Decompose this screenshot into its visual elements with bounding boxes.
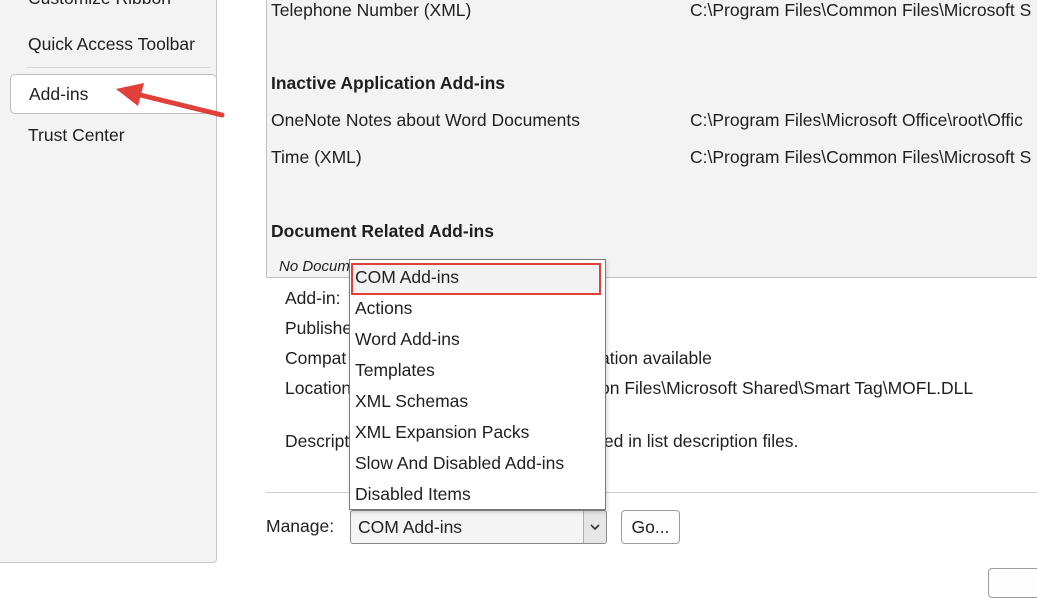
detail-addin-label: Add-in: (285, 288, 341, 308)
document-addins-empty-text: No Docum (279, 258, 350, 275)
chevron-down-icon[interactable] (583, 511, 606, 543)
inactive-addins-heading: Inactive Application Add-ins (271, 73, 506, 93)
manage-select[interactable]: COM Add-ins (350, 510, 607, 544)
dropdown-option-actions[interactable]: Actions (355, 298, 412, 319)
nav-divider (27, 67, 210, 68)
dropdown-option-xml-schemas[interactable]: XML Schemas (355, 391, 468, 412)
dropdown-option-word-add-ins[interactable]: Word Add-ins (355, 329, 460, 350)
manage-dropdown-list: COM Add-ins Actions Word Add-ins Templat… (349, 259, 606, 510)
dropdown-option-disabled-items[interactable]: Disabled Items (355, 484, 471, 505)
list-item-location: C:\Program Files\Common Files\Microsoft … (690, 147, 1032, 167)
manage-select-value: COM Add-ins (358, 517, 463, 537)
manage-label: Manage: (266, 516, 335, 536)
nav-item-quick-access-toolbar[interactable]: Quick Access Toolbar (28, 34, 195, 55)
dropdown-option-xml-expansion-packs[interactable]: XML Expansion Packs (355, 422, 529, 443)
list-item-location: C:\Program Files\Microsoft Office\root\O… (690, 110, 1023, 130)
dropdown-option-com-add-ins[interactable]: COM Add-ins (355, 267, 459, 288)
list-item-name[interactable]: Telephone Number (XML) (271, 0, 471, 21)
detail-location-label: Location (285, 378, 352, 398)
detail-description-label: Descript (285, 431, 350, 451)
detail-compatibility-value: ation available (600, 348, 712, 368)
detail-location-value: on Files\Microsoft Shared\Smart Tag\MOFL… (600, 378, 974, 398)
list-item-location: C:\Program Files\Common Files\Microsoft … (690, 0, 1032, 20)
nav-item-customize-ribbon[interactable]: Customize Ribbon (28, 0, 171, 9)
document-addins-heading: Document Related Add-ins (271, 221, 494, 241)
ok-button[interactable] (988, 568, 1037, 598)
detail-description-value: ied in list description files. (600, 431, 799, 451)
list-item-name[interactable]: Time (XML) (271, 147, 362, 168)
detail-publisher-label: Publishe (285, 318, 353, 338)
list-item-name[interactable]: OneNote Notes about Word Documents (271, 110, 580, 131)
dropdown-option-templates[interactable]: Templates (355, 360, 435, 381)
nav-item-trust-center[interactable]: Trust Center (28, 125, 125, 146)
detail-compatibility-label: Compat (285, 348, 347, 368)
annotation-arrow-icon (116, 83, 225, 118)
dropdown-option-slow-and-disabled[interactable]: Slow And Disabled Add-ins (355, 453, 564, 474)
go-button[interactable]: Go... (621, 510, 680, 544)
